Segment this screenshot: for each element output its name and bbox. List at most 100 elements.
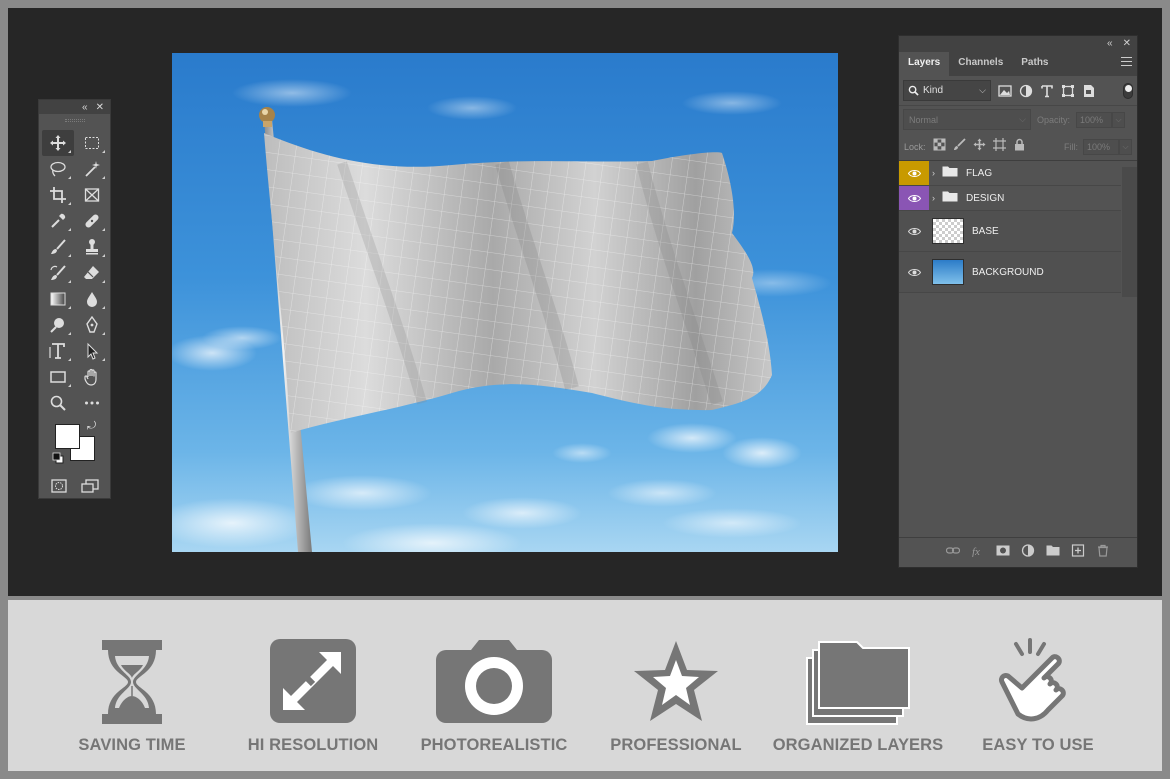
feature-organized-layers: ORGANIZED LAYERS <box>758 638 958 758</box>
layer-group-row[interactable]: › FLAG <box>899 161 1121 186</box>
rectangle-tool-icon[interactable] <box>42 364 74 390</box>
chevron-down-icon[interactable]: ⌵ <box>1112 111 1126 128</box>
visibility-eye-icon[interactable] <box>899 211 929 251</box>
blend-mode-select[interactable]: Normal ⌵ <box>903 109 1031 130</box>
hourglass-icon <box>102 640 162 724</box>
adjustment-filter-icon[interactable] <box>1019 84 1033 98</box>
lock-all-icon[interactable] <box>1013 138 1026 156</box>
star-icon <box>634 641 718 721</box>
kind-filter-select[interactable]: Kind ⌵ <box>903 80 991 101</box>
layer-filter-row: Kind ⌵ <box>899 76 1137 106</box>
layer-row[interactable]: BACKGROUND <box>899 252 1121 293</box>
svg-text:fx: fx <box>972 546 980 557</box>
feature-label: PROFESSIONAL <box>610 736 742 754</box>
lock-row: Lock: Fill: 100% ⌵ <box>899 133 1137 161</box>
path-selection-tool-icon[interactable] <box>76 338 108 364</box>
swap-colors-icon[interactable]: ⤾ <box>87 420 96 433</box>
visibility-eye-icon[interactable] <box>899 161 929 185</box>
type-tool-icon[interactable] <box>42 338 74 364</box>
healing-brush-tool-icon[interactable] <box>76 208 108 234</box>
close-icon[interactable]: ✕ <box>96 102 104 113</box>
smart-object-filter-icon[interactable] <box>1082 84 1096 98</box>
more-tools-icon[interactable] <box>76 390 108 416</box>
tab-paths[interactable]: Paths <box>1012 52 1057 76</box>
lock-artboard-icon[interactable] <box>992 137 1006 156</box>
feature-label: SAVING TIME <box>78 736 186 754</box>
hand-tool-icon[interactable] <box>76 364 108 390</box>
expand-chevron-icon[interactable]: › <box>932 193 942 203</box>
tools-panel-header: « ✕ <box>39 100 110 114</box>
feature-professional: PROFESSIONAL <box>576 638 776 758</box>
opacity-label: Opacity: <box>1037 114 1071 125</box>
layer-row[interactable]: BASE <box>899 211 1121 252</box>
gradient-tool-icon[interactable] <box>42 286 74 312</box>
brush-tool-icon[interactable] <box>42 234 74 260</box>
blur-tool-icon[interactable] <box>76 286 108 312</box>
screen-mode-icon[interactable] <box>81 478 99 494</box>
tab-layers[interactable]: Layers <box>899 52 950 76</box>
chevron-down-icon: ⌵ <box>1019 114 1026 124</box>
shape-filter-icon[interactable] <box>1061 84 1075 98</box>
panel-grip[interactable] <box>39 114 110 126</box>
layers-panel-header: « ✕ <box>899 36 1137 50</box>
delete-layer-icon[interactable] <box>1096 544 1110 557</box>
blend-row: Normal ⌵ Opacity: 100% ⌵ <box>899 106 1137 133</box>
layers-scrollbar[interactable] <box>1122 167 1137 297</box>
folder-icon <box>942 164 958 182</box>
history-brush-tool-icon[interactable] <box>42 260 74 286</box>
layer-group-row[interactable]: › DESIGN <box>899 186 1121 211</box>
adjustment-layer-icon[interactable] <box>1021 544 1035 557</box>
add-mask-icon[interactable] <box>996 544 1010 557</box>
pixel-filter-icon[interactable] <box>998 84 1012 98</box>
new-layer-icon[interactable] <box>1071 544 1085 557</box>
expand-chevron-icon[interactable]: › <box>932 168 942 178</box>
opacity-field[interactable]: 100% <box>1076 111 1113 128</box>
filter-toggle[interactable] <box>1123 82 1133 99</box>
collapse-icon[interactable]: « <box>1107 38 1113 49</box>
layer-name: DESIGN <box>966 192 1005 204</box>
foreground-color-swatch[interactable] <box>55 424 80 449</box>
blend-mode-value: Normal <box>909 114 939 125</box>
close-icon[interactable]: ✕ <box>1123 38 1131 49</box>
default-colors-icon[interactable] <box>52 452 64 464</box>
crop-tool-icon[interactable] <box>42 182 74 208</box>
layer-name: FLAG <box>966 167 993 179</box>
quick-mask-icon[interactable] <box>50 478 68 494</box>
new-group-icon[interactable] <box>1046 544 1060 557</box>
tool-grid <box>39 126 110 416</box>
fx-icon[interactable]: fx <box>971 544 985 557</box>
tools-panel: « ✕ ⤾ <box>38 99 111 499</box>
feature-label: HI RESOLUTION <box>247 736 379 754</box>
visibility-eye-icon[interactable] <box>899 186 929 210</box>
clone-stamp-tool-icon[interactable] <box>76 234 108 260</box>
fill-field[interactable]: 100% <box>1083 138 1119 155</box>
layer-name: BACKGROUND <box>972 266 1044 278</box>
lock-transparent-icon[interactable] <box>933 138 946 156</box>
collapse-icon[interactable]: « <box>82 102 88 113</box>
visibility-eye-icon[interactable] <box>899 252 929 292</box>
tab-channels[interactable]: Channels <box>949 52 1012 76</box>
marquee-tool-icon[interactable] <box>76 130 108 156</box>
feature-label: ORGANIZED LAYERS <box>772 736 944 754</box>
dodge-tool-icon[interactable] <box>42 312 74 338</box>
lock-position-icon[interactable] <box>973 138 986 156</box>
document-canvas[interactable] <box>172 53 838 552</box>
magic-wand-tool-icon[interactable] <box>76 156 108 182</box>
frame-tool-icon[interactable] <box>76 182 108 208</box>
fill-label: Fill: <box>1064 141 1078 152</box>
eyedropper-tool-icon[interactable] <box>42 208 74 234</box>
kind-filter-label: Kind <box>923 85 944 96</box>
lock-paint-icon[interactable] <box>953 137 966 156</box>
link-layers-icon[interactable] <box>946 544 960 557</box>
chevron-down-icon[interactable]: ⌵ <box>1119 138 1132 155</box>
eraser-tool-icon[interactable] <box>76 260 108 286</box>
panel-menu-icon[interactable] <box>1121 57 1132 66</box>
tools-bottom-row <box>39 472 110 494</box>
zoom-tool-icon[interactable] <box>42 390 74 416</box>
move-tool-icon[interactable] <box>42 130 74 156</box>
pen-tool-icon[interactable] <box>76 312 108 338</box>
expand-arrows-icon <box>270 639 356 723</box>
feature-label: PHOTOREALISTIC <box>420 736 568 754</box>
type-filter-icon[interactable] <box>1040 84 1054 98</box>
lasso-tool-icon[interactable] <box>42 156 74 182</box>
